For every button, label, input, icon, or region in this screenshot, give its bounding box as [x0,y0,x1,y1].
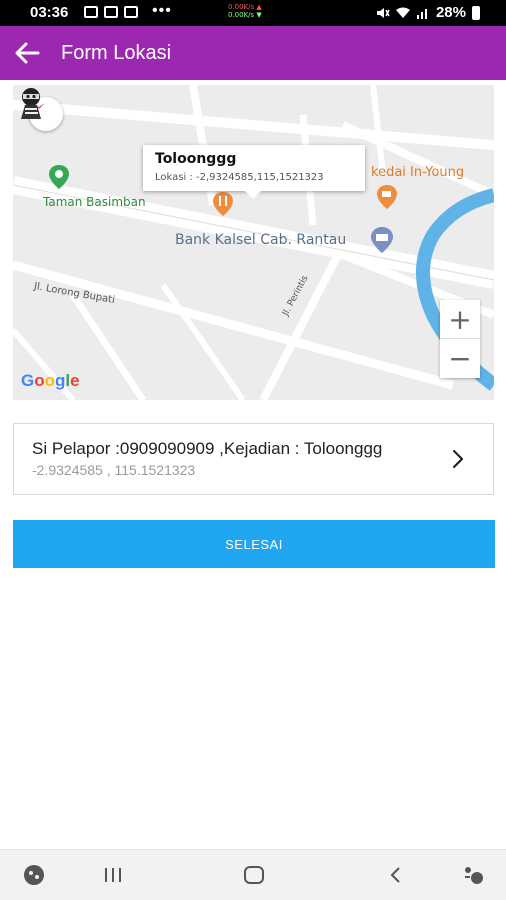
map-label-cafe: kedai In-Young [371,165,465,180]
restaurant-pin-icon[interactable] [213,192,233,216]
home-icon [244,866,264,884]
wifi-icon [395,7,410,18]
cafe-pin-icon[interactable] [377,185,397,209]
zoom-in-button[interactable]: + [440,300,480,339]
zoom-out-button[interactable]: − [440,339,480,377]
back-button[interactable] [10,36,44,70]
zoom-controls: + − [440,300,480,378]
net-speed-up: 0.00K/s ▲ [228,3,262,11]
net-speed-down: 0.00K/s ▼ [228,11,262,19]
accessibility-icon [465,867,483,884]
report-title: Si Pelapor :0909090909 ,Kejadian : Toloo… [32,439,383,458]
park-pin-icon[interactable] [49,165,69,189]
message-icon [124,6,138,18]
gallery-icon [104,6,118,18]
report-card[interactable]: Si Pelapor :0909090909 ,Kejadian : Toloo… [13,423,494,495]
thief-marker-icon[interactable] [13,85,49,121]
map-label-park: Taman Basimban [43,195,146,209]
system-nav-bar [0,849,506,900]
app-bar: Form Lokasi [0,26,506,80]
bank-pin-icon[interactable] [371,227,393,253]
map-label-bank: Bank Kalsel Cab. Rantau [175,232,347,248]
arrow-left-icon [15,42,40,64]
recents-button[interactable] [101,863,125,887]
google-logo: Google [21,371,80,390]
marker-info-window[interactable]: Toloonggg Lokasi : -2,9324585,115,152132… [143,145,365,199]
back-nav-button[interactable] [384,863,408,887]
recents-icon [105,868,121,882]
report-coordinates: -2.9324585 , 115.1521323 [32,462,196,478]
net-speed: 0.00K/s ▲ 0.00K/s ▼ [228,3,262,19]
accessibility-button[interactable] [461,863,485,887]
game-launcher-button[interactable] [22,863,46,887]
status-time: 03:36 [30,4,69,21]
page-title: Form Lokasi [61,42,172,64]
sim-icon [84,6,98,18]
info-window-title: Toloonggg [155,151,237,167]
finish-button[interactable]: SELESAI [13,520,495,568]
home-button[interactable] [242,863,266,887]
back-icon [390,867,400,883]
game-launcher-icon [24,865,44,885]
map-view[interactable]: Taman Basimban kedai In-Young Bank Kalse… [13,85,494,400]
status-bar: 03:36 ••• 0.00K/s ▲ 0.00K/s ▼ 28% [0,0,506,26]
notification-icons [84,6,138,18]
battery-percent: 28% [435,4,466,21]
status-right: 28% [376,4,480,21]
info-window-location: Lokasi : -2,9324585,115,1521323 [155,172,324,183]
mute-icon [376,7,390,18]
more-notifications-icon: ••• [152,2,172,19]
battery-icon [472,5,480,20]
chevron-right-icon [452,449,464,469]
signal-icon [416,8,427,19]
